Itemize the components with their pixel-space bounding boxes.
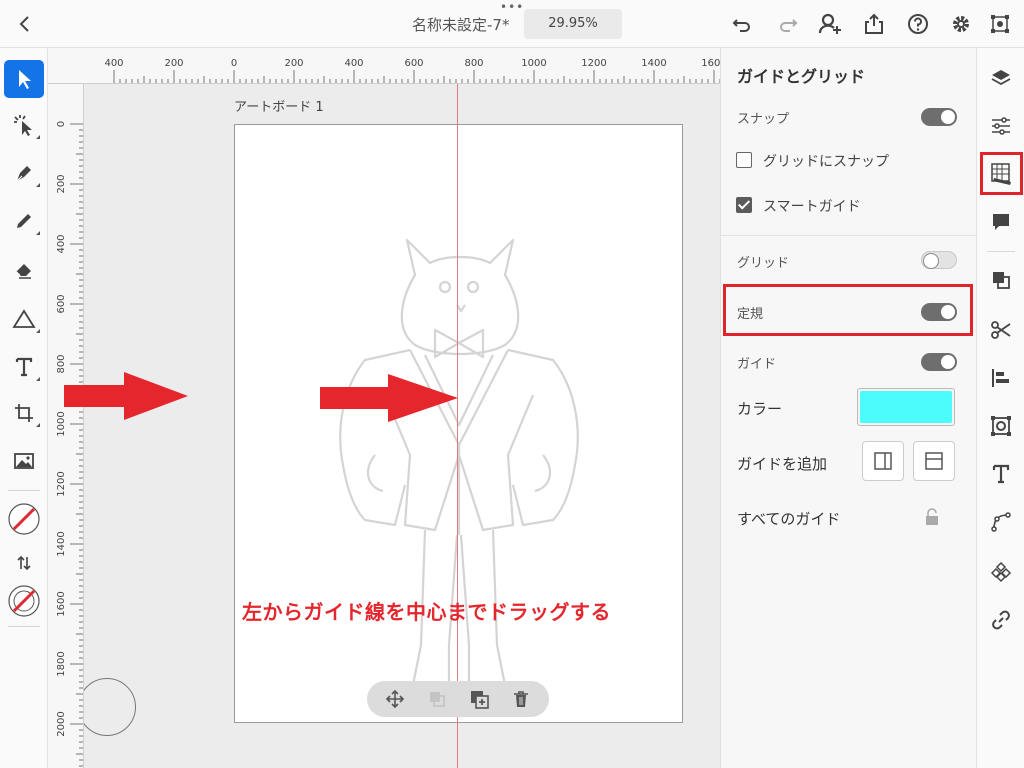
vertical-ruler[interactable]: 0 200 400 600 800 1000 1200 1400 1600 1800 2000: [48, 84, 84, 768]
ruler-tick-label: 400: [344, 58, 363, 69]
comments-icon[interactable]: [989, 210, 1013, 234]
symbol-icon[interactable]: [989, 560, 1013, 584]
ruler-tick-label: 0: [231, 58, 237, 69]
rulers-toggle[interactable]: [921, 303, 957, 321]
panel-icon-strip: [976, 48, 1024, 768]
smart-guides-label[interactable]: スマートガイド: [763, 196, 861, 216]
ruler-tick-label: 1800: [56, 651, 67, 676]
redo-icon[interactable]: [776, 12, 800, 36]
more-dots-icon[interactable]: •••: [500, 1, 524, 13]
shape-tool-icon[interactable]: [4, 300, 44, 338]
crop-tool-icon[interactable]: [4, 394, 44, 432]
add-horizontal-guide-button[interactable]: [913, 441, 955, 481]
ruler-tick-label: 1400: [56, 531, 67, 556]
pencil-tool-icon[interactable]: [4, 202, 44, 240]
color-label: カラー: [737, 400, 783, 418]
path-icon[interactable]: [989, 510, 1013, 534]
ruler-tick-label: 600: [56, 294, 67, 313]
artboard-label[interactable]: アートボード 1: [234, 96, 324, 115]
ruler-tick-label: 0: [56, 121, 67, 127]
canvas[interactable]: アートボード 1 左からガイド線を中心までドラッグする: [84, 84, 720, 768]
selection-toolbar: [367, 681, 549, 717]
tool-bar: [0, 48, 48, 768]
arrow-annotation-center: [320, 374, 458, 426]
guide-color-fill: [860, 391, 952, 423]
undo-icon[interactable]: [730, 12, 754, 36]
workspace-icon[interactable]: [988, 12, 1012, 36]
guides-label: ガイド: [737, 357, 777, 372]
guides-grid-panel: ガイドとグリッド スナップ グリッドにスナップ スマートガイド グリッド 定規 …: [720, 48, 977, 768]
ruler-tick-label: 1000: [521, 58, 546, 69]
select-tool-icon[interactable]: [4, 60, 44, 98]
ruler-tick-label: 2000: [56, 711, 67, 736]
cat-in-suit-illustration[interactable]: [235, 125, 684, 724]
document-title[interactable]: 名称未設定-7*: [412, 14, 509, 35]
stroke-none-icon[interactable]: [4, 582, 44, 620]
cut-icon[interactable]: [989, 318, 1013, 342]
pen-tool-icon[interactable]: [4, 154, 44, 192]
ruler-tick-label: 400: [56, 234, 67, 253]
snap-to-grid-label[interactable]: グリッドにスナップ: [763, 151, 889, 171]
ruler-tick-label: 200: [56, 174, 67, 193]
top-bar: ••• 名称未設定-7* 29.95%: [0, 0, 1024, 48]
rulers-label: 定規: [737, 307, 764, 322]
ruler-tick-label: 1200: [56, 471, 67, 496]
snap-toggle[interactable]: [921, 108, 957, 126]
grid-toggle[interactable]: [921, 251, 957, 269]
ruler-tick-label: 800: [464, 58, 483, 69]
touch-shortcut-circle[interactable]: [84, 678, 136, 736]
direct-select-tool-icon[interactable]: [4, 106, 44, 144]
ruler-tick-label: 1400: [641, 58, 666, 69]
instruction-text: 左からガイド線を中心までドラッグする: [242, 600, 611, 624]
duplicate-panel-icon[interactable]: [989, 268, 1013, 292]
ruler-tick-label: 1600: [56, 591, 67, 616]
invite-user-icon[interactable]: [818, 12, 842, 36]
duplicate-icon[interactable]: [467, 687, 491, 711]
swap-icon[interactable]: [4, 544, 44, 582]
guides-toggle[interactable]: [921, 353, 957, 371]
arrow-annotation-left: [64, 372, 188, 424]
ruler-tick-label: 1600: [701, 58, 720, 69]
layers-icon[interactable]: [989, 66, 1013, 90]
add-vertical-guide-button[interactable]: [862, 441, 904, 481]
text-icon[interactable]: [989, 462, 1013, 486]
ruler-tick-label: 200: [284, 58, 303, 69]
ruler-tick-label: 1200: [581, 58, 606, 69]
all-guides-label: すべてのガイド: [737, 510, 841, 528]
artboard[interactable]: [234, 124, 683, 723]
arrange-icon[interactable]: [425, 687, 449, 711]
appearance-icon[interactable]: [989, 414, 1013, 438]
guide-line[interactable]: [457, 84, 458, 768]
delete-icon[interactable]: [509, 687, 533, 711]
guides-grid-icon[interactable]: [989, 162, 1013, 186]
ruler-tick-label: 800: [56, 354, 67, 373]
align-icon[interactable]: [989, 366, 1013, 390]
fill-none-icon[interactable]: [4, 500, 44, 538]
panel-title: ガイドとグリッド: [737, 67, 866, 86]
ruler-tick-label: 400: [104, 58, 123, 69]
link-icon[interactable]: [989, 608, 1013, 632]
snap-to-grid-checkbox[interactable]: [736, 152, 752, 168]
lock-guides-icon[interactable]: [924, 508, 940, 530]
ruler-tick-label: 200: [164, 58, 183, 69]
help-icon[interactable]: [906, 12, 930, 36]
image-tool-icon[interactable]: [4, 442, 44, 480]
snap-label: スナップ: [737, 112, 790, 127]
guide-color-swatch[interactable]: [857, 388, 955, 426]
type-tool-icon[interactable]: [4, 348, 44, 386]
move-icon[interactable]: [383, 687, 407, 711]
horizontal-ruler[interactable]: 400 200 0 200 400 600 800 1000 1200 1400 1600: [48, 48, 720, 84]
smart-guides-checkbox[interactable]: [736, 197, 752, 213]
eraser-tool-icon[interactable]: [4, 250, 44, 288]
settings-icon[interactable]: [949, 12, 973, 36]
properties-icon[interactable]: [989, 114, 1013, 138]
grid-label: グリッド: [737, 256, 790, 271]
back-chevron-icon[interactable]: [14, 12, 36, 36]
add-guide-label: ガイドを追加: [737, 455, 828, 473]
zoom-level[interactable]: 29.95%: [524, 9, 622, 39]
ruler-tick-label: 600: [404, 58, 423, 69]
share-icon[interactable]: [862, 12, 886, 36]
